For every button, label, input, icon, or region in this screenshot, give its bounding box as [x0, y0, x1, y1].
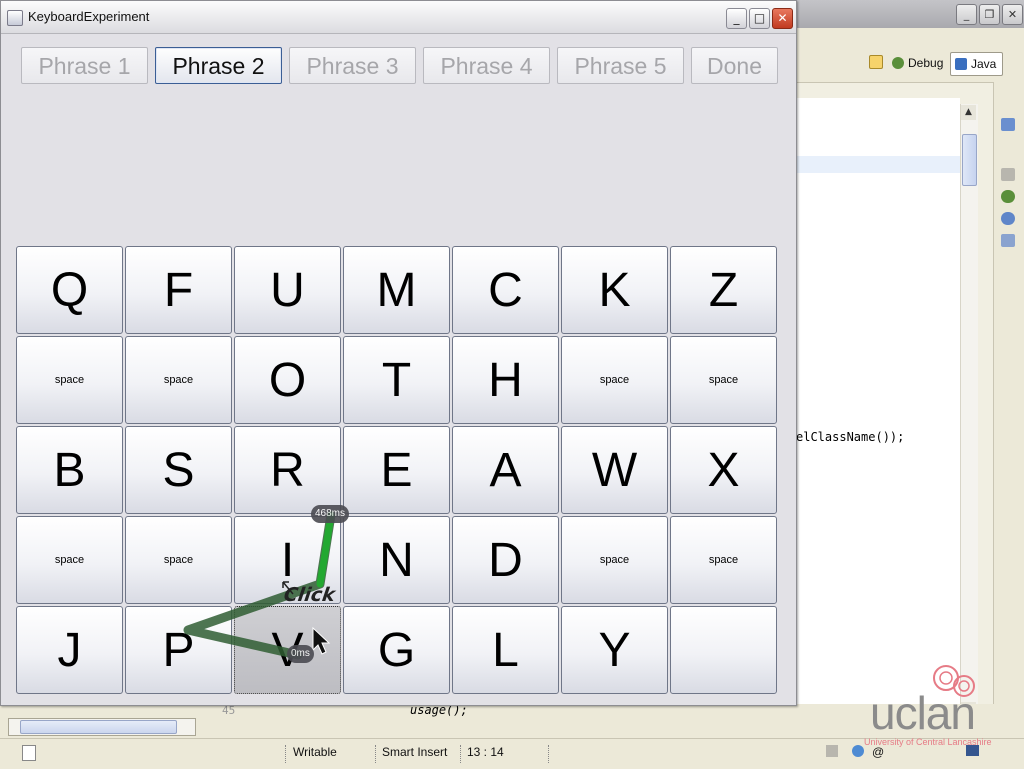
window-titlebar[interactable]: KeyboardExperiment _ □ ✕ — [1, 1, 796, 34]
uclan-logo-text: uclan — [870, 687, 976, 739]
status-cursor-position: 13 : 14 — [467, 745, 504, 759]
code-line: elClassName()); — [796, 430, 905, 444]
space-key[interactable]: space — [670, 516, 777, 604]
editor-scroll-thumb[interactable] — [962, 134, 977, 186]
key-d[interactable]: D — [452, 516, 559, 604]
space-key[interactable]: space — [16, 516, 123, 604]
editor-vertical-scrollbar[interactable] — [960, 104, 978, 704]
restore-view-icon[interactable] — [1001, 168, 1015, 181]
key-p[interactable]: P — [125, 606, 232, 694]
status-insert-mode: Smart Insert — [382, 745, 448, 759]
space-key[interactable]: space — [16, 336, 123, 424]
phrase-tab-1[interactable]: Phrase 1 — [21, 47, 148, 84]
phrase-tab-4[interactable]: Phrase 4 — [423, 47, 550, 84]
scroll-up-arrow[interactable]: ▲ — [961, 105, 976, 120]
ide-close-button[interactable]: ✕ — [1002, 4, 1023, 25]
perspective-java[interactable]: Java — [950, 52, 1004, 76]
java-perspective-icon — [955, 58, 967, 70]
keyboard-experiment-window: KeyboardExperiment _ □ ✕ Phrase 1 Phrase … — [0, 0, 797, 706]
horizontal-scroll-thumb[interactable] — [20, 720, 177, 734]
code-editor[interactable] — [796, 98, 960, 704]
key-j[interactable]: J — [16, 606, 123, 694]
space-key[interactable]: space — [561, 336, 668, 424]
perspective-debug-label: Debug — [908, 56, 944, 70]
space-key[interactable]: space — [125, 336, 232, 424]
key-l[interactable]: L — [452, 606, 559, 694]
key-u[interactable]: U — [234, 246, 341, 334]
key-b[interactable]: B — [16, 426, 123, 514]
blank-key[interactable] — [670, 606, 777, 694]
phrase-tab-5[interactable]: Phrase 5 — [557, 47, 684, 84]
ide-minimize-button[interactable]: _ — [956, 4, 977, 25]
key-n[interactable]: N — [343, 516, 450, 604]
fast-view-icon[interactable] — [826, 745, 838, 757]
help-view-icon[interactable] — [1001, 212, 1015, 225]
key-o[interactable]: O — [234, 336, 341, 424]
key-r[interactable]: R — [234, 426, 341, 514]
key-e[interactable]: E — [343, 426, 450, 514]
phrase-tab-6[interactable]: Done — [691, 47, 778, 84]
perspective-debug[interactable]: Debug — [892, 52, 943, 74]
space-key[interactable]: space — [561, 516, 668, 604]
open-perspective-icon[interactable] — [869, 52, 887, 74]
phrase-tab-2[interactable]: Phrase 2 — [155, 47, 282, 84]
debug-view-icon[interactable] — [1001, 190, 1015, 203]
timing-badge-second: 0ms — [287, 645, 314, 663]
perspective-java-label: Java — [971, 57, 997, 71]
click-label: Click — [282, 584, 337, 606]
key-g[interactable]: G — [343, 606, 450, 694]
key-x[interactable]: X — [670, 426, 777, 514]
close-button[interactable]: ✕ — [772, 8, 793, 29]
key-t[interactable]: T — [343, 336, 450, 424]
key-m[interactable]: M — [343, 246, 450, 334]
space-key[interactable]: space — [670, 336, 777, 424]
key-a[interactable]: A — [452, 426, 559, 514]
timing-badge-first: 468ms — [311, 505, 350, 523]
key-c[interactable]: C — [452, 246, 559, 334]
outline-view-icon[interactable] — [1001, 118, 1015, 131]
key-s[interactable]: S — [125, 426, 232, 514]
globe-icon[interactable] — [852, 745, 864, 757]
key-w[interactable]: W — [561, 426, 668, 514]
key-y[interactable]: Y — [561, 606, 668, 694]
phrase-tab-3[interactable]: Phrase 3 — [289, 47, 416, 84]
window-title: KeyboardExperiment — [28, 9, 150, 24]
key-q[interactable]: Q — [16, 246, 123, 334]
at-icon[interactable]: @ — [872, 745, 884, 759]
bug-icon — [892, 57, 904, 69]
key-f[interactable]: F — [125, 246, 232, 334]
java-app-icon — [7, 10, 23, 26]
space-key[interactable]: space — [125, 516, 232, 604]
key-h[interactable]: H — [452, 336, 559, 424]
maximize-button[interactable]: □ — [749, 8, 770, 29]
key-k[interactable]: K — [561, 246, 668, 334]
ide-restore-button[interactable]: ❐ — [979, 4, 1000, 25]
current-line-highlight — [796, 156, 960, 173]
right-trim-panel — [993, 82, 1024, 742]
minimize-button[interactable]: _ — [726, 8, 747, 29]
key-z[interactable]: Z — [670, 246, 777, 334]
new-item-icon[interactable] — [22, 745, 36, 761]
status-writable: Writable — [293, 745, 337, 759]
table-view-icon[interactable] — [1001, 234, 1015, 247]
uclan-tagline: University of Central Lancashire — [864, 737, 992, 747]
